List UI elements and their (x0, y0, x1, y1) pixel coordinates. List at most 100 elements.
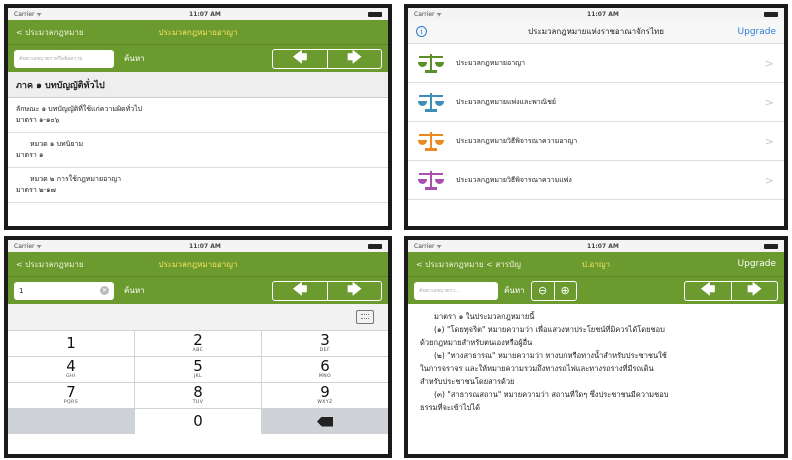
keypad-key[interactable]: 2 ABC (135, 331, 261, 356)
delete-key[interactable] (262, 409, 388, 434)
chevron-right-icon: > (764, 134, 774, 148)
law-code-label: ประมวลกฎหมายอาญา (456, 58, 526, 67)
upgrade-button[interactable]: Upgrade (738, 259, 776, 269)
chevron-right-icon: > (764, 95, 774, 109)
key-digit: 7 (66, 383, 76, 402)
key-digit: 6 (320, 357, 330, 376)
battery-icon (764, 243, 778, 249)
battery-icon (368, 243, 382, 249)
page-title: ประมวลกฎหมายอาญา (158, 259, 238, 269)
list-item[interactable]: ลักษณะ ๑ บทบัญญัติที่ใช้แก่ความผิดทั่วไป… (8, 98, 388, 133)
list-item-title: หมวด ๑ บทนิยาม (30, 140, 84, 148)
law-code-label: ประมวลกฎหมายวิธีพิจารณาความแพ่ง (456, 175, 572, 184)
key-digit: 0 (193, 412, 203, 430)
next-arrow-icon[interactable]: 🡆 (327, 49, 381, 68)
key-letters: PQRS (63, 400, 79, 406)
back-button[interactable]: < ประมวลกฎหมาย < สารบัญ (416, 258, 521, 271)
upgrade-button[interactable]: Upgrade (738, 27, 776, 37)
scales-of-justice-icon (418, 169, 444, 191)
search-button[interactable]: ค้นหา (124, 284, 145, 297)
scales-of-justice-icon (418, 52, 444, 74)
nav-bar: < ประมวลกฎหมาย < สารบัญ ป.อาญา Upgrade (408, 252, 784, 276)
next-arrow-icon[interactable]: 🡆 (731, 281, 777, 300)
nav-bar: i ประมวลกฎหมายแห่งราชอาณาจักรไทย Upgrade (408, 20, 784, 44)
keypad-key[interactable]: 7 PQRS (8, 383, 134, 408)
key-letters: ABC (192, 348, 204, 354)
search-value: 1 (19, 286, 24, 295)
keypad-key[interactable]: 1 (8, 331, 134, 356)
info-icon[interactable]: i (416, 26, 427, 37)
search-placeholder: ค้นหาเลขมาตรา... (419, 287, 460, 294)
clock: 11:07 AM (587, 242, 619, 250)
list-item-title: ลักษณะ ๑ บทบัญญัติที่ใช้แก่ความผิดทั่วไป (16, 105, 143, 113)
article-text: มาตรา ๑ ในประมวลกฎหมายนี้ (๑) "โดยทุจริต… (408, 304, 784, 414)
key-letters: TUV (192, 400, 204, 406)
law-code-item[interactable]: ประมวลกฎหมายวิธีพิจารณาความอาญา > (408, 122, 784, 161)
law-code-item[interactable]: ประมวลกฎหมายวิธีพิจารณาความแพ่ง > (408, 161, 784, 200)
key-letters: DEF (319, 348, 331, 354)
keypad-key[interactable]: 4 GHI (8, 357, 134, 382)
screen-article-reader: Carrier ᯤ 11:07 AM < ประมวลกฎหมาย < สารบ… (404, 236, 788, 458)
key-digit: 1 (66, 333, 76, 352)
keypad-key[interactable]: 3 DEF (262, 331, 388, 356)
law-code-label: ประมวลกฎหมายแพ่งและพาณิชย์ (456, 97, 556, 106)
key-digit: 2 (193, 331, 203, 350)
prev-arrow-icon[interactable]: 🡄 (273, 50, 327, 68)
zoom-out-icon[interactable]: ⊖ (532, 282, 554, 300)
law-code-list: ประมวลกฎหมายอาญา > ประมวลกฎหมายแพ่งและพาณิ… (408, 44, 784, 200)
clock: 11:07 AM (587, 10, 619, 18)
article-line: สำหรับประชาชนโดยสารด้วย (420, 377, 515, 386)
carrier-label: Carrier ᯤ (14, 243, 42, 250)
search-input[interactable]: ค้นหาเลขมาตรา... (414, 281, 498, 300)
search-bar: ค้นหาเลขมาตราหรือข้อความ ค้นหา 🡄 🡆 (8, 44, 388, 72)
article-line: ด้วยกฎหมายสำหรับตนเองหรือผู้อื่น (420, 338, 533, 347)
law-code-item[interactable]: ประมวลกฎหมายอาญา > (408, 44, 784, 83)
section-nav: 🡄 🡆 (272, 280, 382, 301)
clear-icon[interactable]: ✕ (100, 286, 109, 295)
article-line: ธรรมที่จะเข้าไปได้ (420, 403, 481, 412)
status-bar: Carrier ᯤ 11:07 AM (408, 8, 784, 20)
prev-arrow-icon[interactable]: 🡄 (273, 282, 327, 300)
search-bar: ค้นหาเลขมาตรา... ค้นหา ⊖ ⊕ 🡄 🡆 (408, 276, 784, 304)
article-line: มาตรา ๑ ในประมวลกฎหมายนี้ (434, 312, 535, 321)
chevron-right-icon: > (764, 173, 774, 187)
screen-criminal-code-contents: Carrier ᯤ 11:07 AM < ประมวลกฎหมาย ประมวล… (4, 4, 392, 230)
law-code-item[interactable]: ประมวลกฎหมายแพ่งและพาณิชย์ > (408, 83, 784, 122)
scales-of-justice-icon (418, 130, 444, 152)
key-letters: WXYZ (317, 400, 333, 406)
battery-icon (764, 11, 778, 17)
section-header: ภาค ๑ บทบัญญัติทั่วไป (8, 72, 388, 98)
search-input[interactable]: 1 ✕ (14, 281, 114, 300)
zoom-controls: ⊖ ⊕ (530, 280, 577, 301)
article-line: (๑) "โดยทุจริต" หมายความว่า เพื่อแสวงหาป… (434, 325, 665, 334)
zoom-in-icon[interactable]: ⊕ (553, 281, 576, 300)
article-line: ในการจราจร และให้หมายความรวมถึงทางรถไฟแล… (420, 364, 654, 373)
clock: 11:07 AM (189, 242, 221, 250)
search-button[interactable]: ค้นหา (504, 284, 525, 297)
next-arrow-icon[interactable]: 🡆 (327, 281, 381, 300)
search-button[interactable]: ค้นหา (124, 52, 145, 65)
key-letters: MNO (318, 374, 332, 380)
keypad-key[interactable]: 8 TUV (135, 383, 261, 408)
keypad-key[interactable]: 5 JKL (135, 357, 261, 382)
article-line: (๓) "สาธารณสถาน" หมายความว่า สถานที่ใดๆ … (434, 390, 669, 399)
clock: 11:07 AM (189, 10, 221, 18)
key-letters: JKL (193, 374, 203, 380)
list-item-subtitle: มาตรา ๑ (16, 151, 44, 159)
keypad-key[interactable]: 0 (135, 409, 261, 434)
keyboard-dismiss-icon[interactable] (356, 310, 374, 324)
list-item[interactable]: หมวด ๒ การใช้กฎหมายอาญา มาตรา ๒-๑๗ (8, 168, 388, 203)
nav-bar: < ประมวลกฎหมาย ประมวลกฎหมายอาญา (8, 20, 388, 44)
list-item[interactable]: หมวด ๑ บทนิยาม มาตรา ๑ (8, 133, 388, 168)
carrier-label: Carrier ᯤ (14, 11, 42, 18)
keypad-key[interactable]: 6 MNO (262, 357, 388, 382)
prev-arrow-icon[interactable]: 🡄 (685, 282, 731, 300)
keypad-key[interactable]: 9 WXYZ (262, 383, 388, 408)
keypad-blank (8, 409, 134, 434)
key-digit: 4 (66, 357, 76, 376)
back-button[interactable]: < ประมวลกฎหมาย (16, 258, 84, 271)
list-item-subtitle: มาตรา ๒-๑๗ (16, 186, 56, 194)
screen-search-keypad: Carrier ᯤ 11:07 AM < ประมวลกฎหมาย ประมวล… (4, 236, 392, 458)
back-button[interactable]: < ประมวลกฎหมาย (16, 26, 84, 39)
search-input[interactable]: ค้นหาเลขมาตราหรือข้อความ (14, 49, 114, 68)
